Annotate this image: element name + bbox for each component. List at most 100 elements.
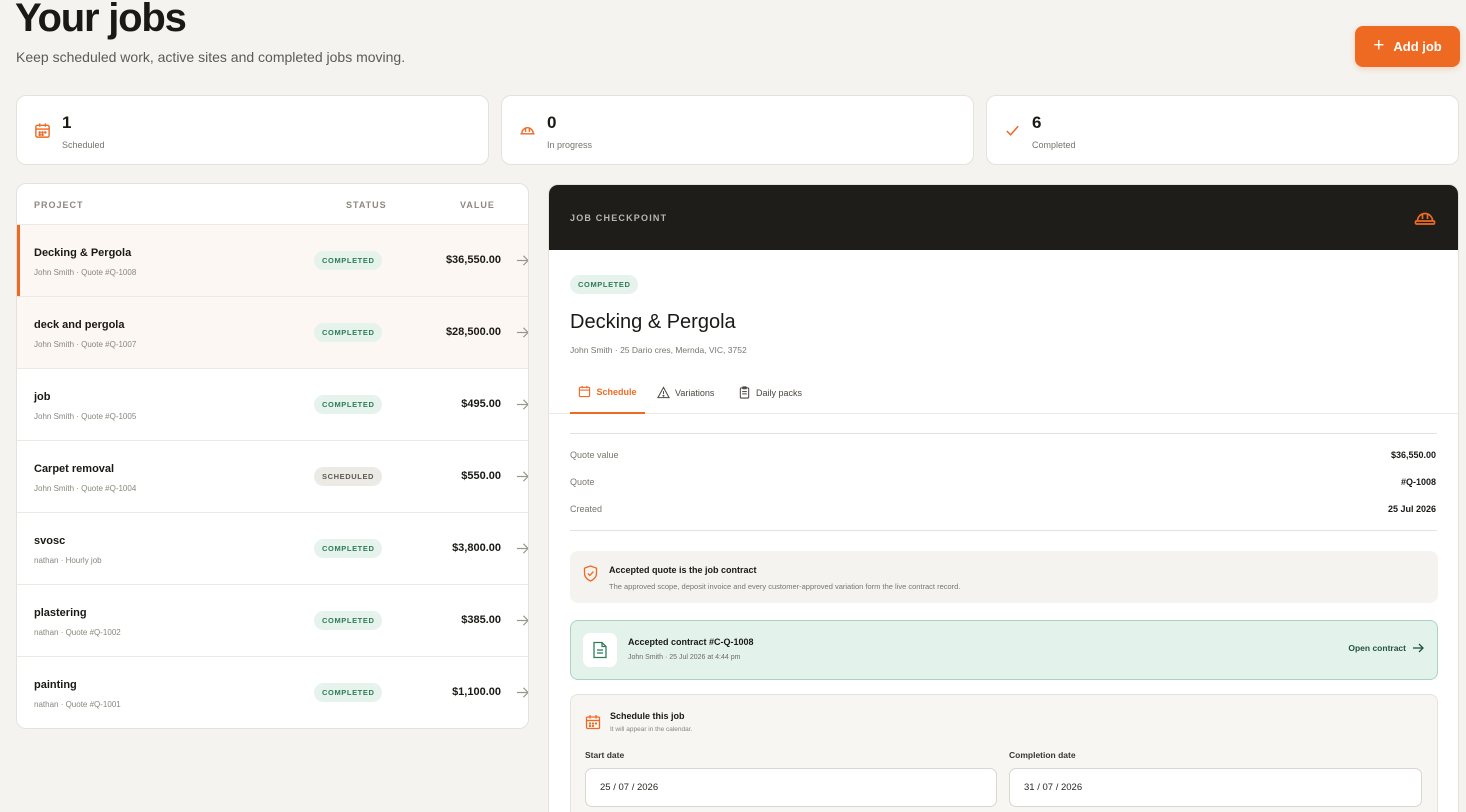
start-date-input[interactable] bbox=[585, 768, 997, 807]
stat-card-scheduled: 1 Scheduled bbox=[16, 95, 489, 165]
status-badge: COMPLETED bbox=[314, 539, 383, 558]
detail-header: JOB CHECKPOINT bbox=[549, 185, 1458, 250]
tab-label: Variations bbox=[675, 387, 715, 398]
stat-value: 1 bbox=[62, 113, 72, 132]
schedule-subtitle: It will appear in the calendar. bbox=[610, 726, 693, 733]
schedule-title: Schedule this job bbox=[610, 711, 685, 721]
tab-daily-packs[interactable]: Daily packs bbox=[738, 371, 802, 414]
arrow-right-icon bbox=[516, 399, 528, 410]
job-meta: John Smith · Quote #Q-1008 bbox=[34, 268, 137, 277]
status-badge: COMPLETED bbox=[570, 275, 639, 294]
notice-text: The approved scope, deposit invoice and … bbox=[609, 582, 961, 591]
arrow-right-icon bbox=[516, 543, 528, 554]
calendar-icon bbox=[579, 385, 591, 398]
plus-icon: + bbox=[1373, 35, 1385, 56]
divider bbox=[570, 530, 1437, 531]
detail-title: Decking & Pergola bbox=[570, 311, 736, 333]
job-name: svosc bbox=[34, 535, 66, 547]
quote-value-label: Quote value bbox=[570, 450, 619, 460]
status-badge: COMPLETED bbox=[314, 611, 383, 630]
created-date: 25 Jul 2026 bbox=[1387, 504, 1436, 514]
stat-label: Scheduled bbox=[62, 140, 105, 150]
table-row[interactable]: job John Smith · Quote #Q-1005 COMPLETED… bbox=[17, 369, 528, 441]
job-name: Carpet removal bbox=[34, 463, 115, 475]
job-name: painting bbox=[34, 679, 77, 691]
job-value: $3,800.00 bbox=[452, 542, 501, 554]
stat-value: 6 bbox=[1032, 113, 1042, 132]
job-meta: nathan · Quote #Q-1001 bbox=[34, 700, 121, 709]
clipboard-icon bbox=[739, 386, 750, 399]
completion-date-label: Completion date bbox=[1009, 750, 1076, 760]
calendar-icon bbox=[35, 123, 50, 138]
arrow-right-icon bbox=[516, 615, 528, 626]
status-badge: SCHEDULED bbox=[314, 467, 383, 486]
created-label: Created bbox=[570, 504, 603, 514]
job-meta: nathan · Quote #Q-1002 bbox=[34, 628, 121, 637]
tab-variations[interactable]: Variations bbox=[657, 371, 714, 414]
notice-title: Accepted quote is the job contract bbox=[609, 565, 757, 575]
job-name: job bbox=[34, 391, 51, 403]
page-title: Your jobs bbox=[15, 0, 187, 40]
table-row[interactable]: Carpet removal John Smith · Quote #Q-100… bbox=[17, 441, 528, 513]
job-detail-panel: JOB CHECKPOINT COMPLETED Decking & Pergo… bbox=[548, 184, 1459, 812]
job-meta: John Smith · Quote #Q-1005 bbox=[34, 412, 137, 421]
completion-date-input[interactable] bbox=[1009, 768, 1422, 807]
job-meta: nathan · Hourly job bbox=[34, 556, 102, 565]
add-job-label: Add job bbox=[1393, 39, 1442, 54]
table-row[interactable]: Decking & Pergola John Smith · Quote #Q-… bbox=[17, 225, 528, 297]
quote-number: #Q-1008 bbox=[1400, 477, 1436, 487]
page-subtitle: Keep scheduled work, active sites and co… bbox=[16, 49, 406, 65]
hard-hat-icon bbox=[1414, 212, 1436, 225]
arrow-right-icon bbox=[1413, 643, 1424, 653]
column-project: PROJECT bbox=[34, 200, 84, 210]
table-row[interactable]: deck and pergola John Smith · Quote #Q-1… bbox=[17, 297, 528, 369]
status-badge: COMPLETED bbox=[314, 323, 383, 342]
arrow-right-icon bbox=[516, 327, 528, 338]
quote-value: $36,550.00 bbox=[1390, 450, 1436, 460]
table-row[interactable]: plastering nathan · Quote #Q-1002 COMPLE… bbox=[17, 585, 528, 657]
job-value: $385.00 bbox=[461, 614, 501, 626]
table-header: PROJECT STATUS VALUE bbox=[17, 184, 528, 225]
arrow-right-icon bbox=[516, 255, 528, 266]
arrow-right-icon bbox=[516, 471, 528, 482]
job-value: $1,100.00 bbox=[452, 686, 501, 698]
tab-schedule[interactable]: Schedule bbox=[570, 371, 645, 414]
hard-hat-icon bbox=[520, 127, 535, 135]
stat-card-completed: 6 Completed bbox=[986, 95, 1459, 165]
contract-title: Accepted contract #C-Q-1008 bbox=[628, 637, 754, 647]
table-row[interactable]: painting nathan · Quote #Q-1001 COMPLETE… bbox=[17, 657, 528, 728]
stat-label: In progress bbox=[547, 140, 593, 150]
status-badge: COMPLETED bbox=[314, 683, 383, 702]
check-icon bbox=[1006, 125, 1019, 136]
detail-eyebrow: JOB CHECKPOINT bbox=[570, 213, 668, 223]
document-icon bbox=[593, 641, 607, 659]
job-name: plastering bbox=[34, 607, 87, 619]
job-meta: John Smith · Quote #Q-1004 bbox=[34, 484, 137, 493]
stat-card-in-progress: 0 In progress bbox=[501, 95, 974, 165]
add-job-button[interactable]: + Add job bbox=[1355, 26, 1460, 67]
detail-tabs: Schedule Variations Daily packs bbox=[549, 371, 1458, 414]
job-meta: John Smith · Quote #Q-1007 bbox=[34, 340, 137, 349]
tab-label: Daily packs bbox=[756, 387, 803, 398]
job-value: $495.00 bbox=[461, 398, 501, 410]
tab-label: Schedule bbox=[596, 386, 637, 397]
document-icon-box bbox=[583, 633, 617, 667]
divider bbox=[570, 433, 1437, 434]
job-value: $28,500.00 bbox=[445, 326, 501, 338]
stat-value: 0 bbox=[547, 113, 557, 132]
column-status: STATUS bbox=[346, 200, 387, 210]
quote-label: Quote bbox=[570, 477, 595, 487]
warning-icon bbox=[657, 386, 670, 399]
stat-label: Completed bbox=[1032, 140, 1076, 150]
jobs-table: PROJECT STATUS VALUE Decking & Pergola J… bbox=[16, 183, 529, 729]
contract-notice: Accepted quote is the job contract The a… bbox=[570, 551, 1438, 603]
table-row[interactable]: svosc nathan · Hourly job COMPLETED $3,8… bbox=[17, 513, 528, 585]
job-value: $550.00 bbox=[461, 470, 501, 482]
open-contract-link[interactable]: Open contract bbox=[1348, 642, 1424, 654]
schedule-job-card: Schedule this job It will appear in the … bbox=[570, 694, 1438, 812]
accepted-contract-card: Accepted contract #C-Q-1008 John Smith ·… bbox=[570, 620, 1438, 680]
column-value: VALUE bbox=[460, 200, 495, 210]
status-badge: COMPLETED bbox=[314, 251, 383, 270]
job-value: $36,550.00 bbox=[445, 254, 501, 266]
shield-check-icon bbox=[583, 565, 598, 582]
